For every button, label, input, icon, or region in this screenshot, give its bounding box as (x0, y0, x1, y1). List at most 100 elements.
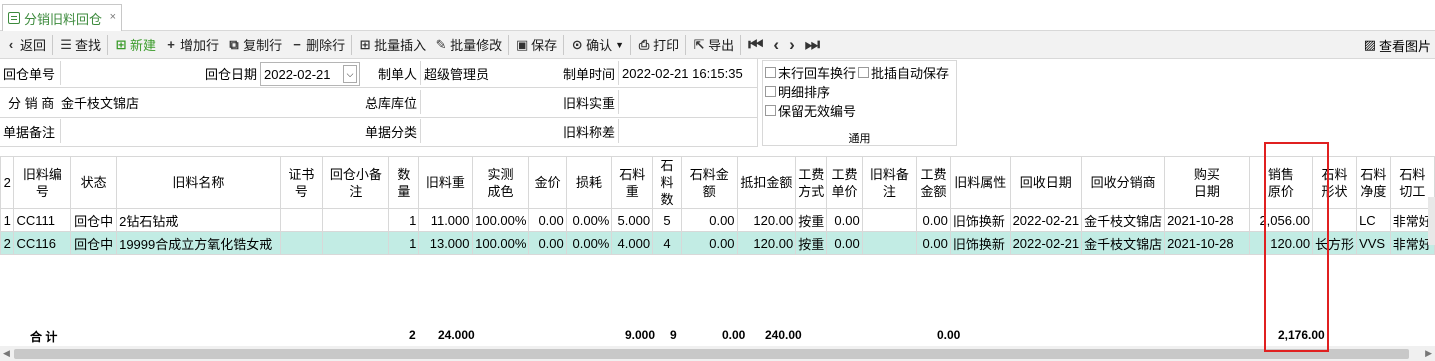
table-cell[interactable]: 0.00 (826, 231, 863, 255)
row-number[interactable]: 2 (0, 231, 15, 255)
table-cell[interactable]: 1 (388, 208, 420, 232)
table-cell[interactable]: 0.00% (565, 208, 613, 232)
batch-insert-button[interactable]: ⊞ 批量插入 (354, 33, 430, 57)
table-cell[interactable]: 按重 (795, 231, 828, 255)
table-cell[interactable]: 按重 (795, 208, 828, 232)
scroll-right-icon[interactable]: ▶ (1425, 348, 1432, 359)
column-header[interactable]: 旧料属性 (949, 156, 1011, 209)
column-header[interactable]: 工费 方式 (795, 156, 828, 209)
table-cell[interactable]: CC111 (13, 208, 72, 232)
column-header[interactable]: 购买 日期 (1164, 156, 1250, 209)
row-number[interactable]: 1 (0, 208, 15, 232)
column-header[interactable]: 损耗 (565, 156, 613, 209)
table-cell[interactable]: 100.00% (471, 208, 530, 232)
detail-sort-checkbox[interactable]: 明细排序 (765, 82, 830, 101)
new-button[interactable]: ⊞ 新建 (110, 33, 160, 57)
column-header[interactable]: 旧料备注 (861, 156, 918, 209)
column-header[interactable]: 回收日期 (1009, 156, 1083, 209)
table-cell[interactable]: VVS (1356, 231, 1391, 255)
horizontal-scrollbar[interactable]: ◀ ▶ (0, 346, 1435, 361)
column-header[interactable]: 回收分销商 (1081, 156, 1166, 209)
table-row[interactable]: 2 CC116 回仓中 19999合成立方氧化锆女戒 1 13.000 100.00% 0.0… (0, 231, 1435, 255)
tab-close-icon[interactable]: × (110, 11, 116, 23)
add-row-button[interactable]: + 增加行 (160, 33, 223, 57)
column-header[interactable]: 实测 成色 (471, 156, 530, 209)
column-header[interactable]: 证书号 (279, 156, 324, 209)
table-cell[interactable]: 13.000 (418, 231, 473, 255)
table-cell[interactable]: 5 (652, 208, 682, 232)
table-cell[interactable]: 金千枝文锦店 (1081, 208, 1166, 232)
column-header[interactable]: 工费 单价 (826, 156, 863, 209)
weight-diff-field[interactable] (618, 119, 757, 143)
table-cell[interactable]: 19999合成立方氧化锆女戒 (116, 231, 281, 255)
table-cell[interactable]: 1 (388, 231, 420, 255)
table-cell[interactable]: 0.00 (681, 208, 738, 232)
table-cell[interactable]: 2022-02-21 (1009, 231, 1083, 255)
column-header[interactable]: 数量 (388, 156, 420, 209)
back-button[interactable]: ‹ 返回 (0, 33, 50, 57)
save-button[interactable]: ▣ 保存 (511, 33, 561, 57)
table-cell[interactable]: 0.00% (565, 231, 613, 255)
column-header[interactable]: 金价 (528, 156, 567, 209)
table-cell[interactable]: 0.00 (916, 231, 951, 255)
table-cell[interactable] (322, 231, 390, 255)
table-cell[interactable]: 0.00 (681, 231, 738, 255)
table-cell[interactable]: 旧饰换新 (949, 208, 1011, 232)
table-cell[interactable]: 120.00 (736, 231, 797, 255)
column-header[interactable]: 2 (0, 156, 15, 209)
distributor-field[interactable]: 金千枝文锦店 (58, 90, 360, 114)
actual-weight-field[interactable] (618, 90, 757, 114)
tab-return-warehouse[interactable]: 分销旧料回仓 × (2, 4, 122, 31)
date-field[interactable]: 2022-02-21 ⌵ (260, 62, 360, 86)
table-cell[interactable]: 0.00 (916, 208, 951, 232)
batch-edit-button[interactable]: ✎ 批量修改 (430, 33, 506, 57)
date-dropdown-icon[interactable]: ⌵ (343, 65, 357, 83)
last-record-icon[interactable]: ⏭ (800, 33, 825, 57)
column-header[interactable]: 旧料名称 (116, 156, 281, 209)
scroll-left-icon[interactable]: ◀ (3, 348, 10, 359)
table-cell[interactable]: 2021-10-28 (1164, 208, 1250, 232)
table-cell[interactable]: 金千枝文锦店 (1081, 231, 1166, 255)
table-row[interactable]: 1 CC111 回仓中 2钻石钻戒 1 11.000 100.00% 0.00 0.00% 5.0… (0, 208, 1435, 232)
table-cell[interactable] (322, 208, 390, 232)
table-cell[interactable]: 4.000 (611, 231, 654, 255)
table-cell[interactable]: 2钻石钻戒 (116, 208, 281, 232)
column-header[interactable]: 石料 重 (611, 156, 654, 209)
table-cell[interactable]: 11.000 (418, 208, 473, 232)
table-cell[interactable]: 回仓中 (70, 231, 118, 255)
column-header[interactable]: 石料金额 (681, 156, 738, 209)
table-cell[interactable]: 2021-10-28 (1164, 231, 1250, 255)
column-header[interactable]: 石料 净度 (1356, 156, 1391, 209)
previous-record-icon[interactable]: ‹ (768, 33, 784, 57)
table-cell[interactable]: 4 (652, 231, 682, 255)
column-header[interactable]: 石料 数 (652, 156, 682, 209)
scrollbar-thumb[interactable] (14, 349, 1409, 359)
column-header[interactable]: 旧料重 (418, 156, 473, 209)
table-cell[interactable]: 120.00 (736, 208, 797, 232)
export-button[interactable]: ⇱ 导出 (688, 33, 738, 57)
column-header[interactable]: 旧料编号 (13, 156, 72, 209)
table-cell[interactable]: LC (1356, 208, 1391, 232)
row-scrollbar[interactable] (1428, 197, 1435, 245)
view-image-button[interactable]: ▨ 查看图片 (1364, 33, 1431, 57)
table-cell[interactable]: 5.000 (611, 208, 654, 232)
table-cell[interactable]: CC116 (13, 231, 72, 255)
table-cell[interactable]: 回仓中 (70, 208, 118, 232)
table-cell[interactable] (279, 208, 324, 232)
confirm-button[interactable]: ⊙ 确认 ▼ (566, 33, 628, 57)
keep-invalid-no-checkbox[interactable]: 保留无效编号 (765, 101, 856, 120)
table-cell[interactable]: 旧饰换新 (949, 231, 1011, 255)
table-cell[interactable]: 0.00 (528, 208, 567, 232)
print-button[interactable]: ⎙ 打印 (633, 33, 683, 57)
next-record-icon[interactable]: › (784, 33, 800, 57)
column-header[interactable]: 状态 (70, 156, 118, 209)
table-cell[interactable] (861, 208, 918, 232)
warehouse-field[interactable] (420, 90, 560, 114)
first-record-icon[interactable]: ⏮ (743, 33, 768, 57)
find-button[interactable]: ☰ 查找 (55, 33, 105, 57)
column-header[interactable]: 回仓小备注 (322, 156, 390, 209)
column-header[interactable]: 抵扣金额 (736, 156, 797, 209)
table-cell[interactable]: 0.00 (826, 208, 863, 232)
delete-row-button[interactable]: − 删除行 (286, 33, 349, 57)
column-header[interactable]: 工费 金额 (916, 156, 951, 209)
